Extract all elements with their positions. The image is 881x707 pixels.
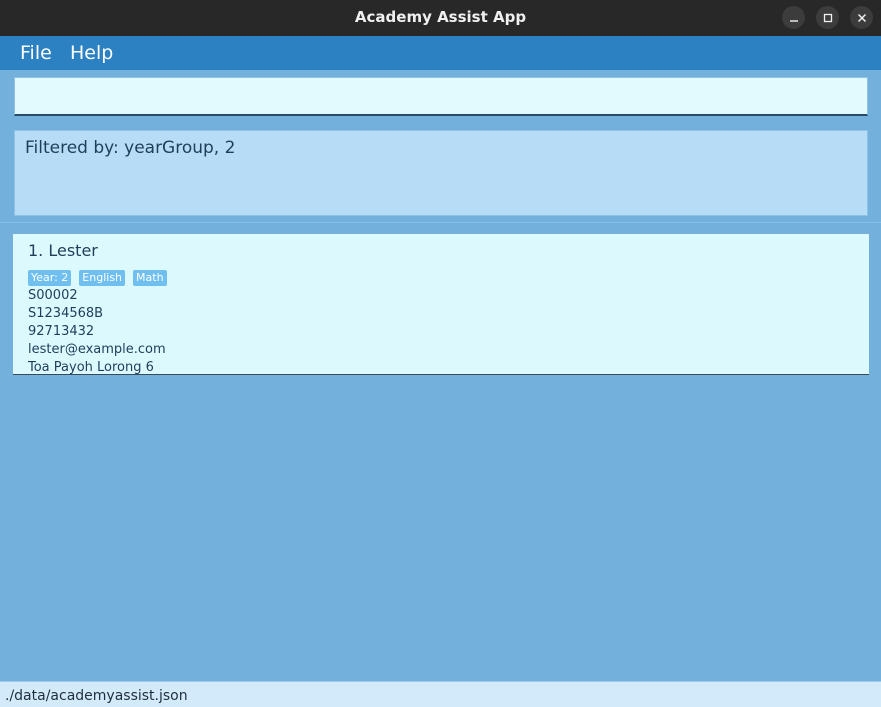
menu-file[interactable]: File <box>20 36 52 70</box>
close-button[interactable] <box>850 6 873 29</box>
student-phone: 92713432 <box>28 324 95 339</box>
student-id: S00002 <box>28 288 78 303</box>
result-display: Filtered by: yearGroup, 2 <box>14 130 868 216</box>
tag-subject: Math <box>133 270 167 286</box>
tag-list: Year: 2 English Math <box>28 270 167 286</box>
divider <box>0 222 881 223</box>
window-title: Academy Assist App <box>354 8 527 26</box>
student-address: Toa Payoh Lorong 6 <box>28 360 154 375</box>
maximize-icon <box>823 13 832 22</box>
app-window: Academy Assist App File Help Filtered by… <box>0 0 881 707</box>
minimize-icon <box>789 19 798 22</box>
close-icon <box>857 13 866 22</box>
tag-subject: English <box>79 270 126 286</box>
maximize-button[interactable] <box>816 6 839 29</box>
menu-help[interactable]: Help <box>70 36 113 70</box>
result-text: Filtered by: yearGroup, 2 <box>25 138 236 158</box>
minimize-button[interactable] <box>782 6 805 29</box>
student-nric: S1234568B <box>28 306 104 321</box>
student-card[interactable]: 1. Lester Year: 2 English Math S00002 S1… <box>13 234 869 375</box>
student-list[interactable]: 1. Lester Year: 2 English Math S00002 S1… <box>0 226 881 681</box>
tag-year: Year: 2 <box>28 270 72 286</box>
status-bar: ./data/academyassist.json <box>0 681 881 707</box>
menu-bar: File Help <box>0 36 881 70</box>
student-email: lester@example.com <box>28 342 166 357</box>
command-input[interactable] <box>14 77 868 116</box>
student-name: 1. Lester <box>28 241 98 260</box>
title-bar[interactable]: Academy Assist App <box>0 0 881 36</box>
save-location: ./data/academyassist.json <box>5 688 188 704</box>
